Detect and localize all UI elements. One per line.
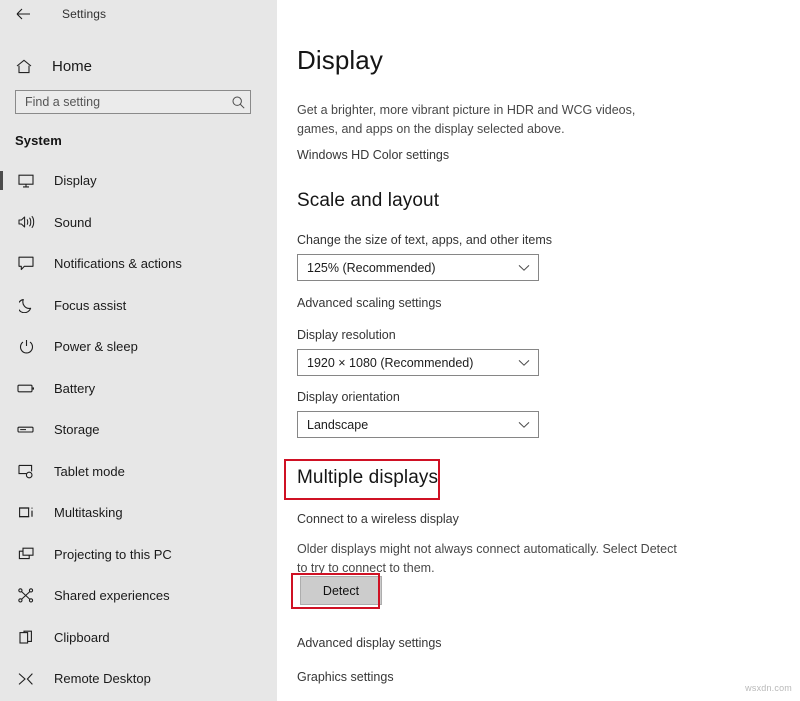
resolution-dropdown[interactable]: 1920 × 1080 (Recommended) — [297, 349, 539, 376]
sidebar-item-clipboard[interactable]: Clipboard — [0, 617, 277, 659]
detect-button[interactable]: Detect — [300, 576, 382, 605]
detect-button-wrap: Detect — [300, 576, 382, 605]
sidebar-item-label: Shared experiences — [54, 588, 170, 604]
scale-label: Change the size of text, apps, and other… — [297, 233, 553, 247]
scale-and-layout-section: Scale and layout — [297, 190, 439, 212]
sidebar-item-label: Notifications & actions — [54, 256, 182, 272]
graphics-settings-label: Graphics settings — [297, 670, 394, 684]
search-icon[interactable] — [226, 96, 250, 109]
sidebar-item-label: Focus assist — [54, 297, 127, 313]
orientation-dropdown[interactable]: Landscape — [297, 411, 539, 438]
chevron-down-icon — [510, 264, 538, 272]
home-icon — [14, 57, 34, 75]
scale-dropdown-value: 125% (Recommended) — [307, 260, 436, 275]
multiple-displays-heading: Multiple displays — [297, 467, 439, 488]
projecting-icon — [15, 544, 37, 564]
sidebar-group-title: System — [15, 133, 62, 148]
scale-and-layout-heading: Scale and layout — [297, 190, 440, 211]
window-title: Settings — [62, 6, 107, 21]
windows-hd-color-settings-link[interactable]: Windows HD Color settings — [297, 148, 449, 162]
search-input[interactable] — [16, 91, 226, 113]
title-bar: Settings — [0, 0, 277, 27]
tablet-icon — [15, 461, 37, 481]
sidebar-item-tablet-mode[interactable]: Tablet mode — [0, 451, 277, 493]
power-icon — [15, 337, 37, 357]
orientation-dropdown-value: Landscape — [307, 417, 369, 432]
sidebar-item-projecting[interactable]: Projecting to this PC — [0, 534, 277, 576]
page-title: Display — [297, 45, 383, 75]
orientation-label: Display orientation — [297, 390, 400, 404]
resolution-field: Display resolution 1920 × 1080 (Recommen… — [297, 328, 539, 376]
chevron-down-icon — [510, 421, 538, 429]
hdr-description: Get a brighter, more vibrant picture in … — [297, 103, 636, 136]
sidebar-item-label: Power & sleep — [54, 339, 138, 355]
monitor-icon — [15, 171, 37, 191]
share-nodes-icon — [15, 586, 37, 606]
sidebar-item-label: Projecting to this PC — [54, 546, 172, 562]
battery-icon — [15, 378, 37, 398]
advanced-display-settings-label: Advanced display settings — [297, 636, 442, 650]
speaker-icon — [15, 212, 37, 232]
sidebar-item-label: Multitasking — [54, 505, 123, 521]
watermark: wsxdn.com — [745, 683, 792, 693]
wireless-display-label: Connect to a wireless display — [297, 512, 459, 526]
sidebar-item-shared-experiences[interactable]: Shared experiences — [0, 575, 277, 617]
sidebar-item-battery[interactable]: Battery — [0, 368, 277, 410]
sidebar-item-sound[interactable]: Sound — [0, 202, 277, 244]
sidebar-item-power-sleep[interactable]: Power & sleep — [0, 326, 277, 368]
chevron-down-icon — [510, 359, 538, 367]
moon-icon — [15, 295, 37, 315]
sidebar-item-focus-assist[interactable]: Focus assist — [0, 285, 277, 327]
sidebar-item-label: Storage — [54, 422, 100, 438]
comment-icon — [15, 254, 37, 274]
scale-field: Change the size of text, apps, and other… — [297, 233, 552, 281]
sidebar-item-multitasking[interactable]: Multitasking — [0, 492, 277, 534]
sidebar-item-label: Sound — [54, 214, 92, 230]
resolution-label: Display resolution — [297, 328, 396, 342]
sidebar-item-label: Clipboard — [54, 629, 110, 645]
multitasking-icon — [15, 503, 37, 523]
graphics-settings-link[interactable]: Graphics settings — [297, 668, 394, 686]
sidebar-item-display[interactable]: Display — [0, 160, 277, 202]
storage-drive-icon — [15, 420, 37, 440]
sidebar-nav: Display Sound Notifications & actions Fo… — [0, 160, 277, 700]
advanced-scaling-settings-label: Advanced scaling settings — [297, 296, 442, 310]
resolution-dropdown-value: 1920 × 1080 (Recommended) — [307, 355, 474, 370]
back-arrow-icon[interactable] — [12, 3, 34, 25]
detect-description-text: Older displays might not always connect … — [297, 542, 677, 575]
sidebar: Settings Home System — [0, 0, 277, 701]
home-label: Home — [52, 57, 93, 75]
detect-description: Older displays might not always connect … — [297, 540, 687, 578]
multiple-displays-section: Multiple displays — [297, 467, 438, 489]
remote-desktop-icon — [15, 669, 37, 689]
selection-indicator — [0, 171, 3, 190]
clipboard-icon — [15, 627, 37, 647]
sidebar-item-label: Battery — [54, 380, 96, 396]
sidebar-item-home[interactable]: Home — [0, 51, 277, 81]
settings-window: Settings Home System — [0, 0, 800, 701]
main-content: Display Get a brighter, more vibrant pic… — [277, 0, 800, 701]
sidebar-item-label: Display — [54, 173, 97, 189]
advanced-scaling-settings-link[interactable]: Advanced scaling settings — [297, 294, 442, 312]
sidebar-item-notifications[interactable]: Notifications & actions — [0, 243, 277, 285]
sidebar-item-label: Tablet mode — [54, 463, 125, 479]
wireless-display-link[interactable]: Connect to a wireless display — [297, 510, 459, 528]
scale-dropdown[interactable]: 125% (Recommended) — [297, 254, 539, 281]
sidebar-item-remote-desktop[interactable]: Remote Desktop — [0, 658, 277, 700]
advanced-display-settings-link[interactable]: Advanced display settings — [297, 634, 442, 652]
sidebar-item-label: Remote Desktop — [54, 671, 151, 687]
sidebar-item-storage[interactable]: Storage — [0, 409, 277, 451]
search-box[interactable] — [15, 90, 251, 114]
orientation-field: Display orientation Landscape — [297, 390, 539, 438]
